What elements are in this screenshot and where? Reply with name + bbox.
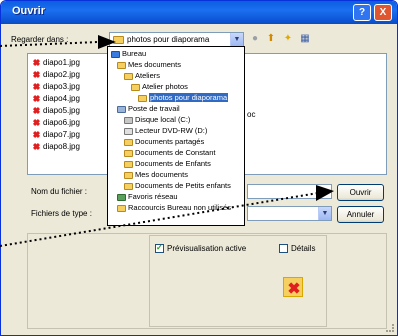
dropdown-item-photos-pour-diaporama[interactable]: photos pour diaporama bbox=[138, 93, 229, 103]
image-file-icon bbox=[32, 94, 41, 103]
dropdown-item-bureau[interactable]: Bureau bbox=[111, 49, 146, 59]
dropdown-item-mes-documents[interactable]: Mes documents bbox=[117, 60, 181, 70]
folder-icon bbox=[124, 138, 133, 146]
resize-grip[interactable] bbox=[386, 324, 394, 332]
dropdown-item-documents-petits-enfants[interactable]: Documents de Petits enfants bbox=[124, 181, 231, 191]
disk-icon bbox=[124, 116, 133, 124]
filename-input[interactable] bbox=[247, 184, 332, 199]
folder-icon bbox=[131, 83, 140, 91]
dropdown-item-documents-enfants[interactable]: Documents de Enfants bbox=[124, 159, 211, 169]
dropdown-item-disque-local[interactable]: Disque local (C:) bbox=[124, 115, 190, 125]
partial-file-text: oc bbox=[247, 110, 256, 119]
chevron-down-icon[interactable]: ▼ bbox=[318, 207, 331, 220]
lookin-label: Regarder dans : bbox=[11, 35, 69, 44]
chevron-down-icon[interactable]: ▼ bbox=[230, 33, 243, 46]
filename-label: Nom du fichier : bbox=[31, 187, 88, 196]
lookin-dropdown-list[interactable]: Bureau Mes documents Ateliers Atelier ph… bbox=[107, 46, 245, 226]
folder-icon bbox=[124, 160, 133, 168]
open-button[interactable]: Ouvrir bbox=[337, 184, 384, 201]
image-file-icon bbox=[32, 142, 41, 151]
folder-icon bbox=[124, 72, 133, 80]
list-item[interactable]: diapo5.jpg bbox=[32, 106, 80, 117]
image-file-icon bbox=[32, 106, 41, 115]
image-file-icon bbox=[32, 82, 41, 91]
list-item[interactable]: diapo2.jpg bbox=[32, 70, 80, 81]
list-item[interactable]: diapo8.jpg bbox=[32, 142, 80, 153]
dropdown-item-lecteur-dvd[interactable]: Lecteur DVD-RW (D:) bbox=[124, 126, 207, 136]
dropdown-item-mes-documents-2[interactable]: Mes documents bbox=[124, 170, 188, 180]
details-label: Détails bbox=[291, 244, 316, 253]
help-button[interactable]: ? bbox=[353, 4, 371, 21]
folder-icon bbox=[117, 204, 126, 212]
dropdown-item-favoris-reseau[interactable]: Favoris réseau bbox=[117, 192, 178, 202]
dropdown-item-documents-partages[interactable]: Documents partagés bbox=[124, 137, 204, 147]
documents-icon bbox=[117, 61, 126, 69]
image-file-icon bbox=[32, 70, 41, 79]
list-item[interactable]: diapo1.jpg bbox=[32, 58, 80, 69]
up-folder-icon[interactable]: ⬆ bbox=[265, 33, 277, 45]
lookin-value: photos pour diaporama bbox=[127, 35, 210, 44]
preview-thumbnail bbox=[283, 277, 303, 297]
cancel-button[interactable]: Annuler bbox=[337, 206, 384, 223]
close-button[interactable]: X bbox=[374, 4, 392, 21]
dropdown-item-raccourcis-bureau[interactable]: Raccourcis Bureau non utilisés bbox=[117, 203, 231, 213]
title-bar: Ouvrir ? X bbox=[1, 1, 397, 24]
computer-icon bbox=[117, 105, 126, 113]
preview-active-checkbox[interactable] bbox=[155, 243, 164, 253]
dropdown-item-documents-constant[interactable]: Documents de Constant bbox=[124, 148, 215, 158]
image-file-icon bbox=[32, 130, 41, 139]
network-icon bbox=[117, 193, 126, 201]
view-menu-icon[interactable]: ▦ bbox=[299, 33, 311, 45]
dropdown-item-poste-de-travail[interactable]: Poste de travail bbox=[117, 104, 180, 114]
image-file-icon bbox=[32, 118, 41, 127]
filetype-dropdown[interactable]: ▼ bbox=[247, 206, 332, 221]
lookin-dropdown[interactable]: photos pour diaporama ▼ bbox=[109, 32, 244, 47]
details-checkbox[interactable] bbox=[279, 244, 288, 253]
preview-active-label: Prévisualisation active bbox=[167, 244, 247, 253]
back-icon[interactable]: ● bbox=[249, 33, 261, 45]
list-item[interactable]: diapo6.jpg bbox=[32, 118, 80, 129]
dvd-icon bbox=[124, 127, 133, 135]
new-folder-icon[interactable]: ✦ bbox=[282, 33, 294, 45]
desktop-icon bbox=[111, 50, 120, 58]
folder-icon bbox=[124, 171, 133, 179]
filetype-label: Fichiers de type : bbox=[31, 209, 92, 218]
list-item[interactable]: diapo7.jpg bbox=[32, 130, 80, 141]
folder-icon bbox=[113, 36, 124, 44]
image-file-icon bbox=[32, 58, 41, 67]
dropdown-item-atelier-photos[interactable]: Atelier photos bbox=[131, 82, 188, 92]
folder-icon bbox=[124, 182, 133, 190]
open-dialog: Ouvrir ? X Regarder dans : photos pour d… bbox=[0, 0, 398, 336]
dialog-title: Ouvrir bbox=[12, 5, 46, 17]
folder-open-icon bbox=[138, 94, 147, 102]
list-item[interactable]: diapo4.jpg bbox=[32, 94, 80, 105]
folder-icon bbox=[124, 149, 133, 157]
dropdown-item-ateliers[interactable]: Ateliers bbox=[124, 71, 160, 81]
list-item[interactable]: diapo3.jpg bbox=[32, 82, 80, 93]
